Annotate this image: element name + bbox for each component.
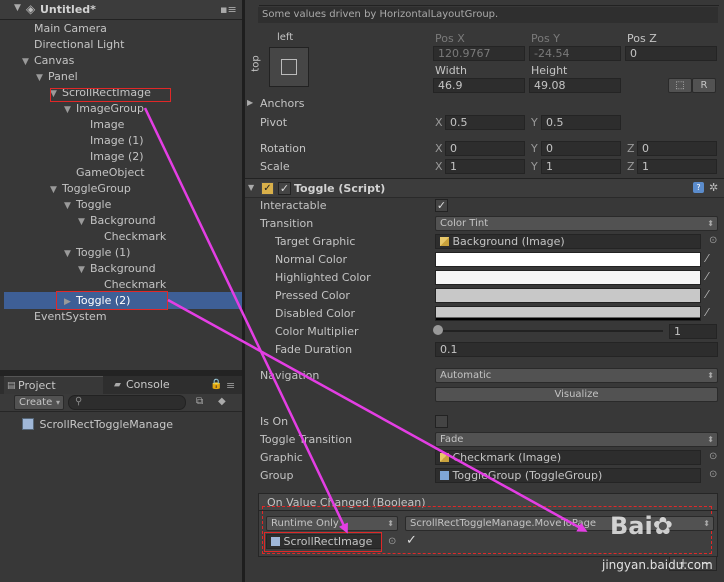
annotation-arrows bbox=[143, 107, 588, 534]
arrow-scrollrect-to-object bbox=[143, 107, 348, 534]
arrow-toggle-to-function bbox=[167, 298, 588, 532]
